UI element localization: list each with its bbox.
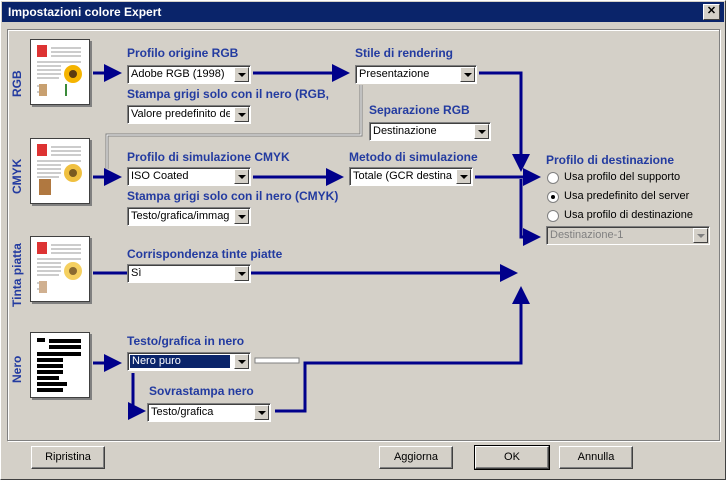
cmyk-simulation-profile-value: ISO Coated (131, 170, 189, 182)
black-text-graphics-value: Nero puro (130, 355, 230, 368)
radio-dot[interactable] (547, 191, 559, 203)
chevron-down-icon[interactable] (234, 107, 249, 122)
rgb-source-profile-value: Adobe RGB (1998) (131, 68, 225, 80)
black-overprint-label: Sovrastampa nero (149, 384, 254, 398)
black-text-graphics-select[interactable]: Nero puro (127, 352, 251, 371)
destination-profile-value: Destinazione-1 (550, 229, 624, 241)
cmyk-document-icon (30, 138, 90, 204)
rendering-intent-label: Stile di rendering (355, 46, 454, 60)
spot-color-matching-select[interactable]: Sì (127, 264, 251, 283)
cmyk-gray-black-value: Testo/grafica/immagi (131, 210, 230, 222)
simulation-method-value: Totale (GCR destinaz (353, 170, 452, 182)
chevron-down-icon[interactable] (474, 124, 489, 139)
reset-button[interactable]: Ripristina (31, 446, 105, 469)
cmyk-gray-black-label: Stampa grigi solo con il nero (CMYK) (127, 189, 339, 203)
document-thumbnail-icon (37, 144, 82, 195)
chevron-down-icon[interactable] (693, 228, 708, 243)
radio-label: Usa profilo del supporto (564, 171, 681, 183)
chevron-down-icon[interactable] (234, 266, 249, 281)
simulation-method-label: Metodo di simulazione (349, 150, 478, 164)
black-text-graphics-label: Testo/grafica in nero (127, 334, 245, 348)
rgb-source-profile-label: Profilo origine RGB (127, 46, 239, 60)
document-thumbnail-icon (37, 242, 82, 293)
spot-document-icon (30, 236, 90, 302)
row-label-cmyk: CMYK (10, 158, 24, 194)
chevron-down-icon[interactable] (234, 354, 249, 369)
chevron-down-icon[interactable] (234, 169, 249, 184)
black-overprint-value: Testo/grafica (151, 406, 214, 418)
document-thumbnail-icon (37, 338, 81, 392)
ok-button[interactable]: OK (474, 445, 550, 470)
row-label-spot: Tinta piatta (10, 243, 24, 307)
radio-label: Usa profilo di destinazione (564, 209, 694, 221)
chevron-down-icon[interactable] (234, 67, 249, 82)
rendering-intent-value: Presentazione (359, 68, 430, 80)
radio-dot[interactable] (547, 210, 559, 222)
cmyk-simulation-profile-label: Profilo di simulazione CMYK (127, 150, 290, 164)
spot-color-matching-label: Corrispondenza tinte piatte (127, 247, 283, 261)
chevron-down-icon[interactable] (460, 67, 475, 82)
rgb-separation-select[interactable]: Destinazione (369, 122, 491, 141)
chevron-down-icon[interactable] (234, 209, 249, 224)
rgb-gray-black-label: Stampa grigi solo con il nero (RGB, (127, 87, 330, 101)
rendering-intent-select[interactable]: Presentazione (355, 65, 477, 84)
rgb-document-icon (30, 39, 90, 105)
destination-profile-label: Profilo di destinazione (546, 153, 675, 167)
spot-color-matching-value: Sì (131, 267, 142, 279)
rgb-separation-label: Separazione RGB (369, 103, 470, 117)
black-overprint-select[interactable]: Testo/grafica (147, 403, 271, 422)
rgb-source-profile-select[interactable]: Adobe RGB (1998) (127, 65, 251, 84)
row-label-rgb: RGB (10, 70, 24, 97)
expert-color-settings-dialog: Impostazioni colore Expert ✕ RGB CMYK Ti… (0, 0, 726, 480)
update-button[interactable]: Aggiorna (379, 446, 453, 469)
rgb-gray-black-value: Valore predefinito dell (131, 108, 230, 120)
destination-profile-select[interactable]: Destinazione-1 (546, 226, 710, 245)
chevron-down-icon[interactable] (254, 405, 269, 420)
simulation-method-select[interactable]: Totale (GCR destinaz (349, 167, 473, 186)
rgb-gray-black-select[interactable]: Valore predefinito dell (127, 105, 251, 124)
row-label-black: Nero (10, 355, 24, 383)
cmyk-gray-black-select[interactable]: Testo/grafica/immagi (127, 207, 251, 226)
rgb-separation-value: Destinazione (373, 125, 437, 137)
radio-label: Usa predefinito del server (564, 190, 690, 202)
black-document-icon (30, 332, 90, 398)
document-thumbnail-icon (37, 45, 82, 96)
radio-dot[interactable] (547, 172, 559, 184)
cancel-button[interactable]: Annulla (559, 446, 633, 469)
chevron-down-icon[interactable] (456, 169, 471, 184)
cmyk-simulation-profile-select[interactable]: ISO Coated (127, 167, 251, 186)
